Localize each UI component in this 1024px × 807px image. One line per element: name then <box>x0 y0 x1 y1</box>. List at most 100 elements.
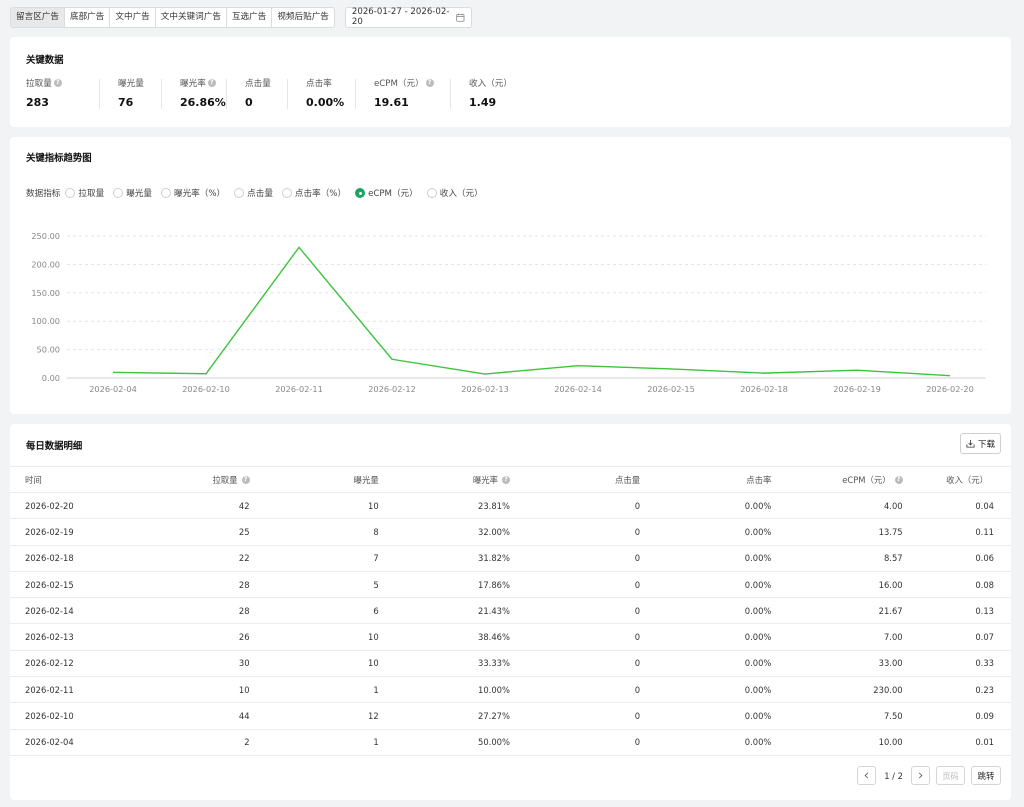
column-help-icon[interactable]: ? <box>894 475 903 484</box>
chevron-left-icon <box>864 772 869 779</box>
trend-card: 关键指标趋势图 数据指标 拉取量 曝光量 曝光率（%） 点击量 点击率（%） eCPM（元… <box>10 137 1011 414</box>
table-cell: 2026-02-12 <box>25 658 74 669</box>
metric-label-text: 点击量 <box>245 79 271 89</box>
metric-help-icon[interactable]: ? <box>53 79 62 87</box>
metric-label-text: eCPM（元） <box>374 79 424 89</box>
table-cell: 2026-02-11 <box>25 684 74 695</box>
x-tick-label: 2026-02-11 <box>275 384 323 394</box>
tab-4[interactable]: 互选广告 <box>227 7 273 27</box>
indicator-radio-2[interactable]: 曝光率（%） <box>160 187 226 199</box>
metric-label: 点击量 <box>245 77 287 89</box>
table-cell: 0.11 <box>975 526 994 537</box>
metric-help-icon[interactable]: ? <box>425 79 434 87</box>
table-cell: 0 <box>634 553 641 564</box>
table-row: 2026-02-12 30 10 33.33% 0 0.00% 33.00 0.33 <box>10 650 1011 677</box>
table-cell: 0 <box>634 658 641 669</box>
table-cell: 42 <box>238 500 250 511</box>
x-tick-label: 2026-02-20 <box>926 384 974 394</box>
table-cell: 0.08 <box>975 579 994 590</box>
x-tick-label: 2026-02-12 <box>368 384 416 394</box>
table-cell: 10 <box>368 632 379 643</box>
table-row: 2026-02-18 22 7 31.82% 0 0.00% 8.57 0.06 <box>10 545 1011 572</box>
table-cell: 2026-02-18 <box>25 553 74 564</box>
metric-value: 76 <box>118 96 134 109</box>
table-cell: 21.43% <box>478 605 510 616</box>
metric-help-icon[interactable]: ? <box>207 79 216 87</box>
column-header-label: eCPM（元） <box>842 474 891 485</box>
metrics-row: 拉取量? 283 曝光量 76 曝光率? 26.86% 点击量 0 点击率 0.00% eCPM（元… <box>26 77 512 109</box>
radio-circle-icon <box>160 188 171 198</box>
table-cell: 0 <box>634 684 641 695</box>
table-cell: 33.33% <box>478 658 510 669</box>
table-cell: 0.00% <box>744 526 772 537</box>
daily-data-table: 时间 拉取量? 曝光量 曝光率? 点击量 点击率 eCPM（元）? 收入（元） 2026-02… <box>10 466 1011 756</box>
indicator-radio-4[interactable]: 点击率（%） <box>281 187 346 199</box>
metric-label-text: 拉取量 <box>26 79 52 89</box>
date-range-text: 2026-01-27 - 2026-02-20 <box>351 7 450 27</box>
tab-5[interactable]: 视频后贴广告 <box>272 8 334 27</box>
table-cell: 2026-02-20 <box>25 500 74 511</box>
table-cell: 22 <box>238 553 250 564</box>
indicator-radio-label: 曝光率（%） <box>173 189 226 199</box>
tab-1[interactable]: 底部广告 <box>65 7 111 27</box>
table-cell: 28 <box>238 605 250 616</box>
radio-circle-icon <box>355 188 366 198</box>
jump-button[interactable]: 跳转 <box>971 766 1001 785</box>
column-header: 曝光率? <box>379 467 510 493</box>
table-cell: 0 <box>634 579 641 590</box>
table-cell: 2026-02-04 <box>25 737 74 748</box>
metric-item: 点击率 0.00% <box>306 77 355 109</box>
date-range-picker[interactable]: 2026-01-27 - 2026-02-20 <box>344 6 472 28</box>
column-header-content: 收入（元） <box>946 474 988 486</box>
table-header-row: 时间 拉取量? 曝光量 曝光率? 点击量 点击率 eCPM（元）? 收入（元） <box>10 466 1011 493</box>
daily-data-title: 每日数据明细 <box>26 441 83 452</box>
table-cell: 28 <box>238 579 250 590</box>
indicator-radio-label: 点击量 <box>247 189 273 199</box>
column-help-icon[interactable]: ? <box>501 475 510 484</box>
prev-page-button[interactable] <box>857 766 877 785</box>
table-cell: 30 <box>238 658 250 669</box>
metric-divider <box>161 79 162 109</box>
indicator-radio-5[interactable]: eCPM（元） <box>355 187 418 199</box>
table-cell: 2 <box>244 737 250 748</box>
table-cell: 0.07 <box>975 632 994 643</box>
table-cell: 31.82% <box>478 553 510 564</box>
table-cell: 0.06 <box>975 553 994 564</box>
table-cell: 17.86% <box>478 579 510 590</box>
table-cell: 0.01 <box>975 737 994 748</box>
metric-label: 拉取量? <box>26 77 99 89</box>
x-tick-label: 2026-02-04 <box>89 384 137 394</box>
table-row: 2026-02-11 10 1 10.00% 0 0.00% 230.00 0.23 <box>10 677 1011 703</box>
table-cell: 0.00% <box>744 579 772 590</box>
indicator-radio-label: 收入（元） <box>439 189 483 199</box>
indicator-radio-label: 曝光量 <box>126 189 152 199</box>
indicator-radio-0[interactable]: 拉取量 <box>65 187 104 199</box>
series-line <box>112 246 951 377</box>
indicator-radio-3[interactable]: 点击量 <box>234 187 273 199</box>
radio-circle-icon <box>234 188 245 198</box>
radio-circle-icon <box>113 188 124 198</box>
indicator-radio-6[interactable]: 收入（元） <box>426 187 483 199</box>
tab-0[interactable]: 留言区广告 <box>11 7 65 27</box>
column-header: eCPM（元）? <box>771 467 903 493</box>
metric-item: eCPM（元）? 19.61 <box>374 77 450 109</box>
table-cell: 4.00 <box>883 500 903 511</box>
table-cell: 2026-02-19 <box>25 526 74 537</box>
y-tick-label: 250.00 <box>31 231 60 241</box>
download-button[interactable]: 下载 <box>960 433 1001 454</box>
table-row: 2026-02-19 25 8 32.00% 0 0.00% 13.75 0.11 <box>10 519 1011 546</box>
table-cell: 7.00 <box>883 632 903 643</box>
table-row: 2026-02-04 2 1 50.00% 0 0.00% 10.00 0.01 <box>10 729 1011 756</box>
tab-2[interactable]: 文中广告 <box>110 7 156 27</box>
table-cell: 7 <box>373 553 379 564</box>
indicator-radio-1[interactable]: 曝光量 <box>113 187 152 199</box>
page-number-input[interactable]: 页码 <box>936 766 965 785</box>
column-help-icon[interactable]: ? <box>241 475 250 484</box>
table-cell: 10 <box>368 658 379 669</box>
table-cell: 44 <box>238 711 250 722</box>
next-page-button[interactable] <box>911 766 930 785</box>
table-cell: 0 <box>634 737 641 748</box>
x-tick-label: 2026-02-18 <box>740 384 788 394</box>
tab-3[interactable]: 文中关键词广告 <box>156 7 227 27</box>
table-cell: 0.00% <box>744 711 772 722</box>
